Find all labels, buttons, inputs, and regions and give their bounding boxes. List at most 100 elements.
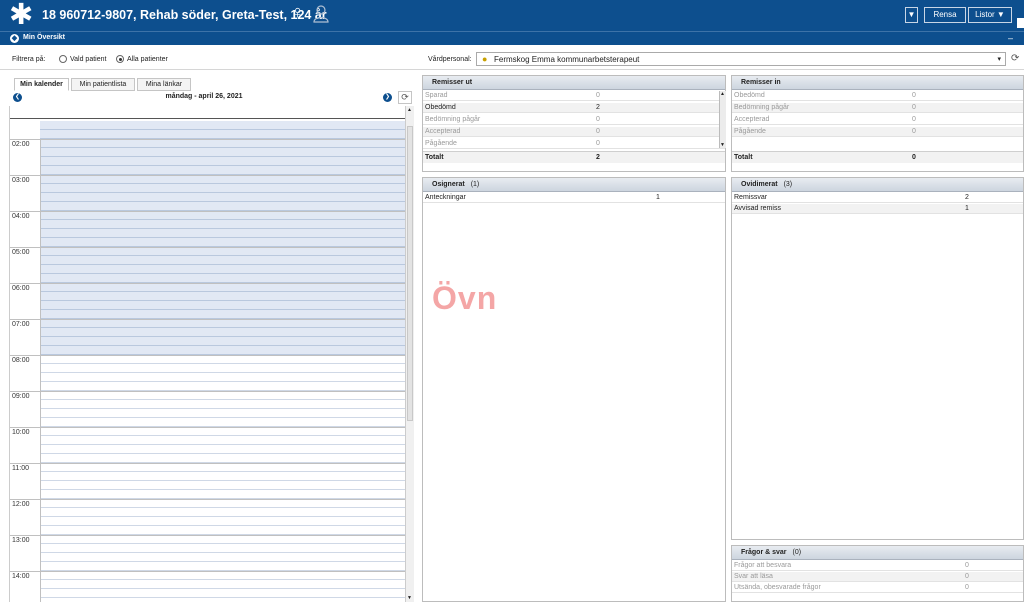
calendar-hour-block[interactable]: 02:00 <box>10 139 405 175</box>
listor-button[interactable]: Listor ▼ <box>968 7 1012 23</box>
calendar-slot[interactable] <box>40 580 405 589</box>
filter-dropdown-button[interactable]: ▼ <box>905 7 918 23</box>
calendar-hour-block[interactable] <box>10 121 405 139</box>
calendar-hour-block[interactable]: 10:00 <box>10 427 405 463</box>
calendar-slot[interactable] <box>40 427 405 436</box>
remisser-ut-row[interactable]: Pågående 0 <box>423 139 725 149</box>
calendar-slot[interactable] <box>40 193 405 202</box>
remisser-ut-scrollbar[interactable]: ▲ ▼ <box>719 91 726 148</box>
calendar-slot[interactable] <box>40 346 405 355</box>
calendar-slot[interactable] <box>40 283 405 292</box>
fragor-row[interactable]: Frågor att besvara 0 <box>732 561 1023 571</box>
radio-all-patients[interactable] <box>116 55 124 63</box>
calendar-slot[interactable] <box>40 175 405 184</box>
calendar-hour-block[interactable]: 09:00 <box>10 391 405 427</box>
calendar-slot[interactable] <box>40 571 405 580</box>
person-icon[interactable] <box>313 5 329 23</box>
calendar-slot[interactable] <box>40 517 405 526</box>
calendar-hour-block[interactable]: 12:00 <box>10 499 405 535</box>
remisser-ut-row[interactable]: Accepterad 0 <box>423 127 725 137</box>
radio-all-patients-label[interactable]: Alla patienter <box>127 56 168 63</box>
calendar-slot[interactable] <box>40 499 405 508</box>
calendar-slot[interactable] <box>40 598 405 602</box>
calendar-slot[interactable] <box>40 166 405 175</box>
fragor-row[interactable]: Utsända, obesvarade frågor 0 <box>732 583 1023 593</box>
calendar-hour-block[interactable]: 04:00 <box>10 211 405 247</box>
ovidimerat-row[interactable]: Remissvar 2 <box>732 193 1023 203</box>
calendar-slot[interactable] <box>40 238 405 247</box>
calendar-slot[interactable] <box>40 472 405 481</box>
calendar-slot[interactable] <box>40 247 405 256</box>
calendar-hour-block[interactable]: 11:00 <box>10 463 405 499</box>
calendar-hour-block[interactable]: 07:00 <box>10 319 405 355</box>
calendar-slot[interactable] <box>40 211 405 220</box>
calendar-slot[interactable] <box>40 337 405 346</box>
calendar-slot[interactable] <box>40 274 405 283</box>
remisser-ut-row[interactable]: Obedömd 2 <box>423 103 725 113</box>
remisser-ut-row[interactable]: Bedömning pågår 0 <box>423 115 725 125</box>
refresh-icon[interactable]: ⟳ <box>1011 53 1019 64</box>
calendar-slot[interactable] <box>40 454 405 463</box>
calendar-slot[interactable] <box>40 364 405 373</box>
calendar-slot[interactable] <box>40 508 405 517</box>
calendar-slot[interactable] <box>40 355 405 364</box>
calendar-slot[interactable] <box>40 202 405 211</box>
radio-selected-patient-label[interactable]: Vald patient <box>70 56 106 63</box>
calendar-slot[interactable] <box>40 265 405 274</box>
calendar-slot[interactable] <box>40 319 405 328</box>
calendar-slot[interactable] <box>40 373 405 382</box>
minimize-icon[interactable]: – <box>1008 33 1013 43</box>
tab-mina-lankar[interactable]: Mina länkar <box>137 78 191 91</box>
calendar-slot[interactable] <box>40 535 405 544</box>
calendar-slot[interactable] <box>40 292 405 301</box>
calendar-slot[interactable] <box>40 148 405 157</box>
calendar-hour-block[interactable]: 05:00 <box>10 247 405 283</box>
fragor-row[interactable]: Svar att läsa 0 <box>732 572 1023 582</box>
calendar-grid[interactable]: 02:00 03:00 04:00 05:00 06:00 07:00 08:00 09:00… <box>9 106 405 602</box>
calendar-hour-block[interactable]: 14:00 <box>10 571 405 602</box>
calendar-slot[interactable] <box>40 445 405 454</box>
calendar-slot[interactable] <box>40 301 405 310</box>
calendar-slot[interactable] <box>40 436 405 445</box>
calendar-slot[interactable] <box>40 310 405 319</box>
calendar-slot[interactable] <box>40 184 405 193</box>
radio-selected-patient[interactable] <box>59 55 67 63</box>
ovidimerat-row[interactable]: Avvisad remiss 1 <box>732 204 1023 214</box>
tab-min-patientlista[interactable]: Min patientlista <box>71 78 135 91</box>
calendar-hour-block[interactable]: 03:00 <box>10 175 405 211</box>
calendar-slot[interactable] <box>40 229 405 238</box>
osignerat-row[interactable]: Anteckningar 1 <box>423 193 725 203</box>
rensa-button[interactable]: Rensa <box>924 7 966 23</box>
calendar-slot[interactable] <box>40 328 405 337</box>
calendar-slot[interactable] <box>40 481 405 490</box>
calendar-slot[interactable] <box>40 463 405 472</box>
calendar-slot[interactable] <box>40 391 405 400</box>
calendar-slot[interactable] <box>40 589 405 598</box>
tab-min-kalender[interactable]: Min kalender <box>14 78 69 91</box>
calendar-hour-block[interactable]: 13:00 <box>10 535 405 571</box>
scroll-down-icon[interactable]: ▼ <box>720 142 725 148</box>
calendar-slot[interactable] <box>40 220 405 229</box>
calendar-scrollbar[interactable]: ▲ ▼ <box>405 106 414 602</box>
calendar-slot[interactable] <box>40 409 405 418</box>
calendar-slot[interactable] <box>40 526 405 535</box>
calendar-hour-block[interactable]: 06:00 <box>10 283 405 319</box>
calendar-slot[interactable] <box>40 490 405 499</box>
calendar-hour-block[interactable]: 08:00 <box>10 355 405 391</box>
calendar-scroll-thumb[interactable] <box>407 126 413 421</box>
calendar-slot[interactable] <box>40 418 405 427</box>
remisser-in-row[interactable]: Accepterad 0 <box>732 115 1023 125</box>
calendar-slot[interactable] <box>40 382 405 391</box>
calendar-slot[interactable] <box>40 157 405 166</box>
calendar-slot[interactable] <box>40 121 405 130</box>
calendar-slot[interactable] <box>40 553 405 562</box>
staff-select[interactable]: ● Fermskog Emma kommunarbetsterapeut ▾ <box>476 52 1006 66</box>
calendar-slot[interactable] <box>40 130 405 139</box>
calendar-slot[interactable] <box>40 562 405 571</box>
calendar-refresh-button[interactable]: ⟳ <box>398 91 412 104</box>
scroll-up-icon[interactable]: ▲ <box>407 107 412 113</box>
scroll-up-icon[interactable]: ▲ <box>720 91 725 97</box>
calendar-slot[interactable] <box>40 544 405 553</box>
calendar-slot[interactable] <box>40 139 405 148</box>
next-day-button[interactable]: ❯ <box>383 93 392 102</box>
